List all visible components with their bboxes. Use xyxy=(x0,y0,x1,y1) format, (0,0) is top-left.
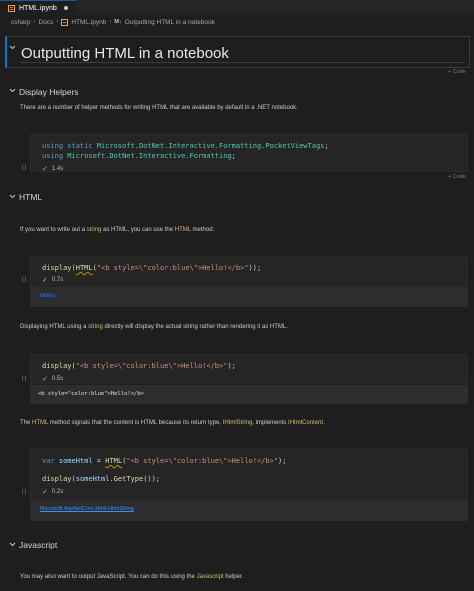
add-code-button[interactable]: + Code xyxy=(448,174,466,180)
cell-output: Microsoft.AspNetCore.Html.HtmlString xyxy=(30,500,468,521)
check-icon: ✓ xyxy=(42,376,48,383)
cell-status: ✓ 0.7s xyxy=(42,276,63,284)
cell-output: Hello! xyxy=(30,287,468,307)
breadcrumb: csharp › Docs › HTML.ipynb › M↓ Outputti… xyxy=(11,17,215,27)
tab-bar: HTML.ipynb xyxy=(0,0,474,15)
chevron-right-icon: › xyxy=(109,19,112,25)
tab-html-ipynb[interactable]: HTML.ipynb xyxy=(0,0,76,15)
code-cell-using[interactable]: using static Microsoft.DotNet.Interactiv… xyxy=(30,134,468,172)
tab-label: HTML.ipynb xyxy=(19,4,57,12)
heading-javascript: Javascript xyxy=(19,540,58,550)
execution-count[interactable]: [ ] xyxy=(22,376,26,382)
execution-time: 1.4s xyxy=(51,166,64,172)
execution-count[interactable]: [ ] xyxy=(22,165,26,171)
chevron-down-icon[interactable] xyxy=(9,541,16,548)
execution-time: 0.5s xyxy=(51,376,64,382)
code-line: display(someHtml.GetType()); xyxy=(42,475,161,483)
code-line: using static Microsoft.DotNet.Interactiv… xyxy=(42,142,329,150)
chevron-down-icon[interactable] xyxy=(9,193,16,200)
cell-status: ✓ 0.2s xyxy=(42,488,63,496)
paragraph-html-intro: If you want to write out a string as HTM… xyxy=(20,227,215,233)
paragraph-javascript: You may also want to output JavaScript. … xyxy=(20,574,244,580)
heading-display-helpers: Display Helpers xyxy=(19,87,79,97)
breadcrumb-item-section[interactable]: Outputting HTML in a notebook xyxy=(125,19,215,26)
code-line: using Microsoft.DotNet.Interactive.Forma… xyxy=(42,152,236,160)
chevron-right-icon: › xyxy=(56,19,59,25)
breadcrumb-item-file[interactable]: HTML.ipynb xyxy=(71,19,106,26)
breadcrumb-item-csharp[interactable]: csharp xyxy=(11,19,31,26)
title-cell[interactable]: Outputting HTML in a notebook xyxy=(5,36,470,68)
check-icon: ✓ xyxy=(42,166,48,173)
code-line: display(HTML("<b style=\"color:blue\">He… xyxy=(42,264,262,272)
breadcrumb-item-docs[interactable]: Docs xyxy=(39,19,54,26)
title-editor[interactable]: Outputting HTML in a notebook xyxy=(20,42,465,63)
output-link[interactable]: Microsoft.AspNetCore.Html.HtmlString xyxy=(40,506,134,512)
cell-status: ✓ 0.5s xyxy=(42,375,63,383)
notebook-icon xyxy=(61,18,69,26)
add-code-button[interactable]: + Code xyxy=(448,69,466,75)
cell-status: ✓ 1.4s xyxy=(42,165,63,173)
paragraph-html-string: Displaying HTML using a string directly … xyxy=(20,324,288,330)
check-icon: ✓ xyxy=(42,277,48,284)
code-cell-display-string[interactable]: display("<b style=\"color:blue\">Hello!<… xyxy=(30,354,468,384)
notebook-icon xyxy=(8,4,15,12)
chevron-right-icon: › xyxy=(33,19,36,25)
execution-time: 0.7s xyxy=(51,277,64,283)
code-line: display("<b style=\"color:blue\">Hello!<… xyxy=(42,362,236,370)
code-cell-gettype[interactable]: var someHtml = HTML("<b style=\"color:bl… xyxy=(30,449,468,499)
heading-html: HTML xyxy=(19,192,43,202)
cell-output: <b style="color:blue">Hello!</b> xyxy=(30,385,468,404)
markdown-icon: M↓ xyxy=(114,19,122,25)
execution-count[interactable]: [ ] xyxy=(22,277,26,283)
unsaved-dot-icon[interactable] xyxy=(63,6,68,10)
code-line: var someHtml = HTML("<b style=\"color:bl… xyxy=(42,457,287,465)
output-text: <b style="color:blue">Hello!</b> xyxy=(38,391,144,397)
output-text: Hello! xyxy=(40,293,56,299)
execution-count[interactable]: [ ] xyxy=(22,489,26,495)
page-title: Outputting HTML in a notebook xyxy=(21,45,229,62)
execution-time: 0.2s xyxy=(51,489,64,495)
paragraph-display-helpers: There are a number of helper methods for… xyxy=(20,105,298,111)
paragraph-html-method: The HTML method signals that the content… xyxy=(20,420,325,426)
chevron-down-icon[interactable] xyxy=(9,44,16,51)
code-cell-display-html[interactable]: display(HTML("<b style=\"color:blue\">He… xyxy=(30,256,468,288)
chevron-down-icon[interactable] xyxy=(9,87,16,94)
check-icon: ✓ xyxy=(42,489,48,496)
